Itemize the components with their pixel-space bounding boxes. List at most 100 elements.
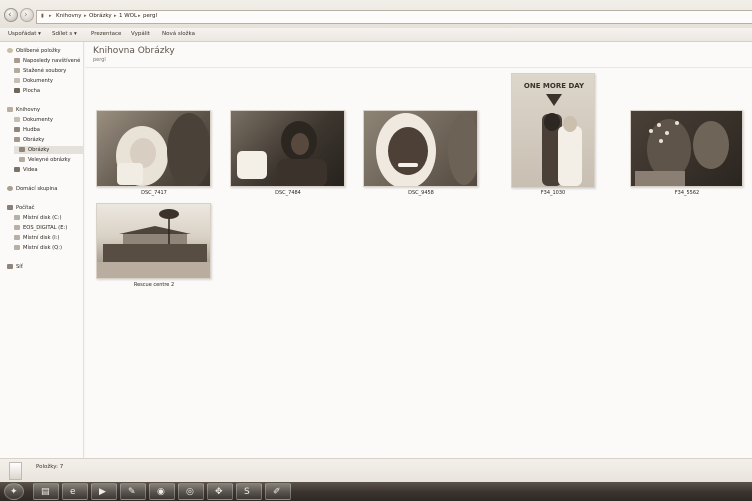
file-thumbnail[interactable]	[96, 110, 211, 187]
slideshow-button[interactable]: Prezentace	[91, 31, 121, 37]
homegroup-icon	[7, 186, 13, 191]
internet-explorer-icon: e	[70, 487, 76, 497]
sidebar-item-disk-c[interactable]: Místní disk (C:)	[14, 214, 62, 222]
sidebar-item-videos[interactable]: Videa	[14, 166, 38, 174]
taskbar-firefox[interactable]: ◉	[149, 483, 175, 500]
details-pane: Položky: 7	[0, 458, 752, 482]
sidebar-label: Dokumenty	[23, 117, 53, 123]
sidebar-label: Videa	[23, 167, 38, 173]
back-arrow-icon: ‹	[8, 10, 12, 20]
sidebar-label: Místní disk (I:)	[23, 235, 60, 241]
taskbar-chrome[interactable]: ◎	[178, 483, 204, 500]
file-name[interactable]: F34_1030	[493, 190, 613, 196]
sidebar-label: Oblíbené položky	[16, 48, 61, 54]
back-button[interactable]: ‹	[4, 8, 18, 22]
address-bar[interactable]: ▮ ▸ Knihovny ▸ Obrázky ▸ 1 WOL ▸ pergl	[36, 10, 752, 24]
taskbar-explorer[interactable]: ▤	[33, 483, 59, 500]
breadcrumb-knihovny[interactable]: Knihovny	[56, 13, 81, 19]
sidebar-item-downloads[interactable]: Stažené soubory	[14, 67, 66, 75]
share-label: Sdílet s	[52, 31, 73, 37]
header-divider	[85, 67, 752, 68]
photo-thumbnail-image	[97, 209, 210, 278]
breadcrumb-pergl[interactable]: pergl	[143, 13, 157, 19]
pictures-icon	[14, 137, 20, 142]
sidebar-item-libraries[interactable]: Knihovny	[7, 106, 40, 114]
sidebar-label: Dokumenty	[23, 78, 53, 84]
drive-icon	[14, 215, 20, 220]
chevron-right-icon: ▸	[84, 13, 87, 19]
taskbar-internet-explorer[interactable]: e	[62, 483, 88, 500]
sidebar-item-documents[interactable]: Dokumenty	[14, 77, 53, 85]
organize-button[interactable]: Uspořádat ▾	[8, 31, 41, 37]
file-thumbnail[interactable]: ONE MORE DAY	[511, 73, 595, 188]
forward-button[interactable]: ›	[20, 8, 34, 22]
paint-icon: ✎	[128, 487, 136, 497]
drive-icon	[14, 245, 20, 250]
sidebar-item-disk-i[interactable]: Místní disk (I:)	[14, 234, 59, 242]
burn-button[interactable]: Vypálit	[131, 31, 150, 37]
music-icon	[14, 127, 20, 132]
sidebar-item-disk-e[interactable]: EOS_DIGITAL (E:)	[14, 224, 67, 232]
share-button[interactable]: Sdílet s ▾	[52, 31, 77, 37]
sidebar-item-pictures-big[interactable]: Veleyné obrázky	[19, 156, 71, 164]
libraries-icon	[7, 107, 13, 112]
library-subtitle: pergl	[93, 57, 106, 63]
taskbar-skype[interactable]: S	[236, 483, 262, 500]
breadcrumb-1wol[interactable]: 1 WOL	[119, 13, 137, 19]
sidebar-label: Obrázky	[23, 137, 45, 143]
drive-icon	[14, 225, 20, 230]
sidebar-label: Plocha	[23, 88, 41, 94]
sidebar-item-favorites[interactable]: Oblíbené položky	[7, 47, 61, 55]
editor-icon: ✐	[273, 487, 281, 497]
command-toolbar: Uspořádat ▾ Sdílet s ▾ Prezentace Vypáli…	[0, 28, 752, 42]
sidebar-label: Místní disk (Q:)	[23, 245, 62, 251]
drive-icon	[14, 235, 20, 240]
photo-thumbnail-image	[635, 119, 729, 186]
file-name[interactable]: Rescue centre 2	[94, 282, 214, 288]
address-bar-area: ‹ › ▮ ▸ Knihovny ▸ Obrázky ▸ 1 WOL ▸ per…	[0, 0, 752, 28]
sidebar-item-computer[interactable]: Počítač	[7, 204, 34, 212]
sidebar-label: Naposledy navštívené	[23, 58, 81, 64]
file-thumbnail[interactable]	[363, 110, 478, 187]
videos-icon	[14, 167, 20, 172]
sidebar-item-pictures-sub[interactable]: Obrázky	[14, 146, 84, 154]
file-name[interactable]: F34_5562	[627, 190, 747, 196]
file-name[interactable]: DSC_7484	[228, 190, 348, 196]
sidebar-label: Místní disk (C:)	[23, 215, 62, 221]
photo-thumbnail-image: ONE MORE DAY	[524, 82, 585, 186]
breadcrumb-obrazky[interactable]: Obrázky	[89, 13, 112, 19]
sidebar-item-music[interactable]: Hudba	[14, 126, 40, 134]
folder-icon: ▮	[41, 13, 44, 19]
file-name[interactable]: DSC_9458	[361, 190, 481, 196]
documents-icon	[14, 78, 20, 83]
sidebar-item-recent[interactable]: Naposledy navštívené	[14, 57, 80, 65]
file-name[interactable]: DSC_7417	[94, 190, 214, 196]
taskbar-app-2[interactable]: ✥	[207, 483, 233, 500]
start-button[interactable]: ✦	[4, 483, 24, 500]
media-player-icon: ▶	[99, 487, 106, 497]
sidebar-item-pictures[interactable]: Obrázky	[14, 136, 44, 144]
sidebar-label: Veleyné obrázky	[28, 157, 71, 163]
sidebar-label: Obrázky	[28, 147, 50, 153]
folder-icon: ▤	[41, 487, 50, 497]
forward-arrow-icon: ›	[24, 10, 28, 20]
sidebar-item-lib-documents[interactable]: Dokumenty	[14, 116, 53, 124]
sidebar-item-network[interactable]: Síť	[7, 263, 23, 271]
sidebar-label: Síť	[16, 264, 23, 270]
file-thumbnail[interactable]	[630, 110, 743, 187]
sidebar-label: Hudba	[23, 127, 40, 133]
taskbar-media-player[interactable]: ▶	[91, 483, 117, 500]
photo-thumbnail-image	[376, 113, 477, 186]
taskbar-app[interactable]: ✎	[120, 483, 146, 500]
taskbar-app-3[interactable]: ✐	[265, 483, 291, 500]
sidebar-item-desktop[interactable]: Plocha	[14, 87, 40, 95]
sidebar-item-homegroup[interactable]: Domácí skupina	[7, 185, 57, 193]
file-view: Knihovna Obrázky pergl DSC_7417 DSC_7484…	[85, 42, 752, 458]
new-folder-button[interactable]: Nová složka	[162, 31, 195, 37]
file-thumbnail[interactable]	[230, 110, 345, 187]
computer-icon	[7, 205, 13, 210]
network-icon	[7, 264, 13, 269]
file-thumbnail[interactable]	[96, 203, 211, 279]
folder-icon	[19, 147, 25, 152]
sidebar-item-disk-q[interactable]: Místní disk (Q:)	[14, 244, 62, 252]
